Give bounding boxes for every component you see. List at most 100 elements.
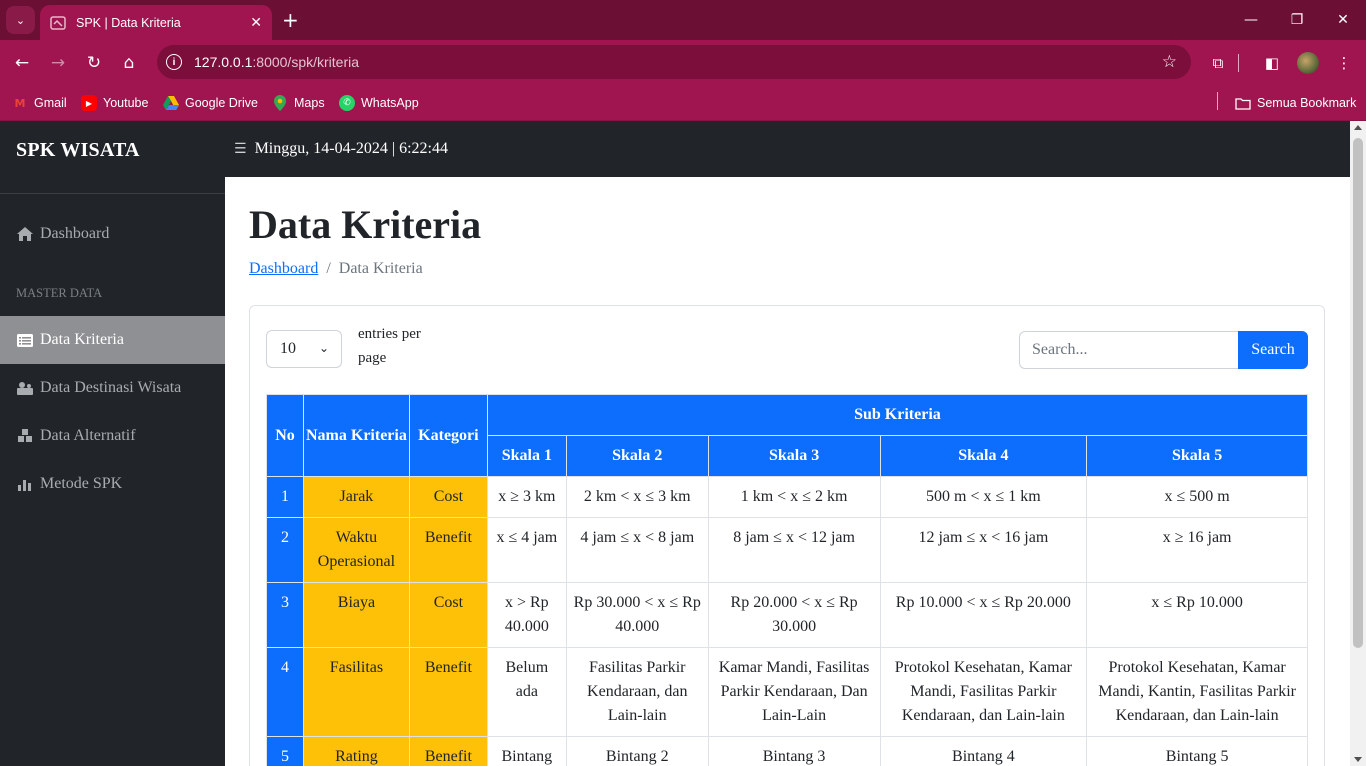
search-button[interactable]: Search [1238,331,1308,369]
cell-skala: Rp 30.000 < x ≤ Rp 40.000 [565,582,709,648]
sidebar-item-data-destinasi-wisata[interactable]: Data Destinasi Wisata [0,364,225,412]
whatsapp-icon: ✆ [339,95,355,111]
scrollbar-thumb[interactable] [1353,138,1363,648]
home-icon [16,227,34,241]
cell-skala: Belum ada [486,647,567,737]
sidebar-item-data-alternatif[interactable]: Data Alternatif [0,412,225,460]
entries-per-page-select[interactable]: 10 ⌄ [266,330,342,368]
table-row: 1 Jarak Cost x ≥ 3 km 2 km < x ≤ 3 km 1 … [266,476,1308,518]
sidebar-item-label: Metode SPK [40,475,123,492]
header-no[interactable]: No [266,394,304,477]
entries-value: 10 [280,340,296,357]
search-input[interactable] [1019,331,1239,369]
brand-title[interactable]: SPK WISATA [0,121,225,194]
bookmark-google-drive[interactable]: Google Drive [163,92,258,114]
bookmark-label: Gmail [34,96,67,110]
cell-no: 5 [266,736,304,766]
cell-no: 2 [266,517,304,583]
window-close-icon[interactable]: ✕ [1320,0,1366,40]
cell-kategori: Cost [408,582,488,648]
header-skala-4[interactable]: Skala 4 [879,435,1088,477]
address-bar[interactable]: i 127.0.0.1:8000/spk/kriteria ☆ [157,45,1191,79]
page-scrollbar[interactable] [1350,121,1366,766]
cell-no: 4 [266,647,304,737]
table-row: 2 Waktu Operasional Benefit x ≤ 4 jam 4 … [266,517,1308,583]
sidebar-item-data-kriteria[interactable]: Data Kriteria [0,316,225,364]
tab-search-icon[interactable]: ⌄ [6,6,35,34]
cell-kategori: Cost [408,476,488,518]
cell-nama-kriteria: Rating [302,736,410,766]
table-body: 1 Jarak Cost x ≥ 3 km 2 km < x ≤ 3 km 1 … [266,476,1308,766]
cell-skala: Protokol Kesehatan, Kamar Mandi, Fasilit… [879,647,1088,737]
datetime-display: Minggu, 14-04-2024 | 6:22:44 [254,140,448,157]
browser-tab[interactable]: SPK | Data Kriteria ✕ [40,5,272,40]
reload-icon[interactable]: ↻ [79,48,109,78]
menu-kebab-icon[interactable]: ⋮ [1333,52,1355,74]
sidebar-item-label: Data Destinasi Wisata [40,379,182,396]
cell-skala: 500 m < x ≤ 1 km [879,476,1088,518]
breadcrumb-separator: / [326,260,331,277]
gmail-icon: M [14,96,26,110]
google-drive-icon [163,95,179,111]
bookmark-star-icon[interactable]: ☆ [1162,52,1177,72]
tab-close-icon[interactable]: ✕ [250,15,262,31]
extensions-icon[interactable]: ⧉ [1207,52,1229,74]
profile-avatar[interactable] [1297,52,1319,74]
header-kategori[interactable]: Kategori [408,394,488,477]
url-host: 127.0.0.1 [194,54,253,70]
bookmark-whatsapp[interactable]: ✆ WhatsApp [339,92,419,114]
forward-icon[interactable]: → [43,48,73,78]
header-nama-kriteria[interactable]: Nama Kriteria [302,394,410,477]
map-icon [16,381,34,395]
restore-icon[interactable]: ❐ [1274,0,1320,40]
bookmark-label: Google Drive [185,96,258,110]
sidebar-item-label: Data Kriteria [40,331,124,348]
cell-skala: Kamar Mandi, Fasilitas Parkir Kendaraan,… [707,647,881,737]
bookmark-youtube[interactable]: ▶ Youtube [81,92,148,114]
cell-skala: 1 km < x ≤ 2 km [707,476,881,518]
header-skala-2[interactable]: Skala 2 [565,435,709,477]
cell-skala: Rp 10.000 < x ≤ Rp 20.000 [879,582,1088,648]
header-skala-3[interactable]: Skala 3 [707,435,881,477]
kriteria-card: 10 ⌄ entries per page Search No Nama Kri… [249,305,1325,766]
cell-kategori: Benefit [408,736,488,766]
entries-label: entries per page [358,326,421,366]
chevron-down-icon: ⌄ [318,341,329,355]
breadcrumb-current: Data Kriteria [338,260,423,277]
all-bookmarks[interactable]: Semua Bookmark [1235,92,1356,114]
cell-skala: Bintang 4 [879,736,1088,766]
cubes-icon [16,429,34,443]
top-navbar: ☰ Minggu, 14-04-2024 | 6:22:44 [225,121,1350,177]
header-skala-1[interactable]: Skala 1 [486,435,567,477]
cell-skala: Protokol Kesehatan, Kamar Mandi, Kantin,… [1086,647,1308,737]
site-info-icon[interactable]: i [166,54,182,70]
home-button-icon[interactable]: ⌂ [114,48,144,78]
new-tab-icon[interactable]: + [282,8,299,32]
cell-skala: x ≥ 3 km [486,476,567,518]
bookmark-gmail[interactable]: M Gmail [12,92,67,114]
cell-skala: Fasilitas Parkir Kendaraan, dan Lain-lai… [565,647,709,737]
sidebar-item-metode-spk[interactable]: Metode SPK [0,460,225,508]
menu-toggle-icon[interactable]: ☰ [234,141,247,157]
scroll-up-icon[interactable] [1354,125,1362,130]
minimize-icon[interactable]: — [1228,0,1274,40]
sidebar-item-dashboard[interactable]: Dashboard [0,210,225,258]
side-panel-icon[interactable]: ◧ [1261,52,1283,74]
back-icon[interactable]: ← [7,48,37,78]
bookmark-label: WhatsApp [361,96,419,110]
bookmark-maps[interactable]: Maps [272,92,325,114]
header-skala-5[interactable]: Skala 5 [1086,435,1308,477]
cell-skala: x ≤ 4 jam [486,517,567,583]
toolbar-divider [1238,54,1239,72]
cell-nama-kriteria: Biaya [302,582,410,648]
sidebar-section-heading: MASTER DATA [16,286,103,300]
folder-icon [1235,95,1251,111]
scroll-down-icon[interactable] [1354,757,1362,762]
breadcrumb-dashboard-link[interactable]: Dashboard [249,260,318,277]
list-icon [16,333,34,347]
all-bookmarks-label: Semua Bookmark [1257,96,1357,110]
youtube-icon: ▶ [81,95,97,111]
cell-nama-kriteria: Jarak [302,476,410,518]
table-header-row: No Nama Kriteria Kategori Sub Kriteria [266,394,1309,477]
kriteria-table: No Nama Kriteria Kategori Sub Kriteria S… [266,394,1309,766]
